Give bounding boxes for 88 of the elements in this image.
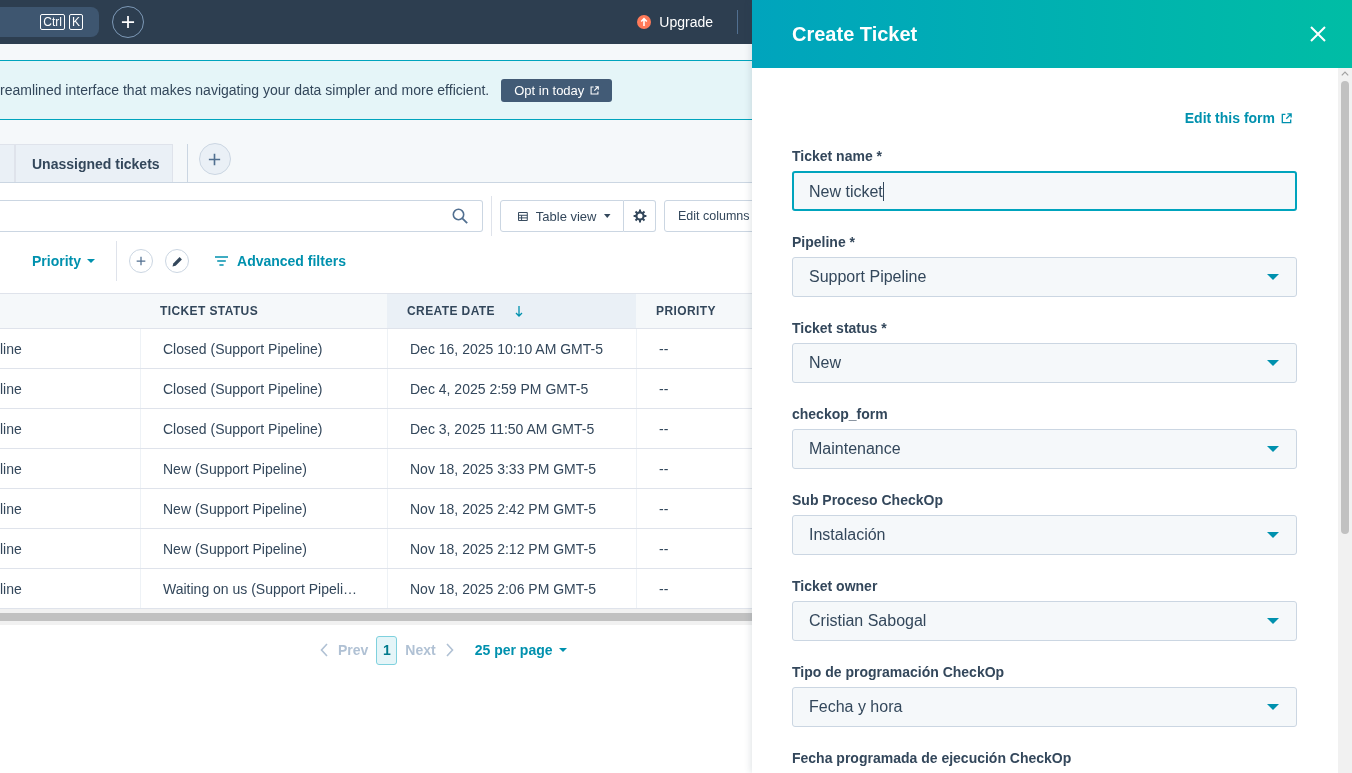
field-label: checkop_form (792, 405, 889, 423)
global-search-field[interactable]: Ctrl K (0, 7, 99, 37)
caret-icon (1267, 532, 1279, 538)
caret-icon (1267, 618, 1279, 624)
table-cell: Nov 18, 2025 2:06 PM GMT-5 (387, 569, 636, 608)
plus-icon (121, 15, 135, 29)
shortcut-key: Ctrl (40, 14, 65, 30)
search-icon (452, 208, 468, 224)
select-field[interactable]: Support Pipeline (792, 257, 1297, 297)
sort-arrow-icon (514, 305, 523, 317)
scrollbar-track[interactable] (1338, 68, 1352, 773)
field-label: Pipeline * (792, 233, 857, 251)
caret-icon (1267, 274, 1279, 280)
table-cell: Dec 4, 2025 2:59 PM GMT-5 (387, 369, 636, 408)
caret-icon (1267, 704, 1279, 710)
scrollbar-thumb[interactable] (0, 613, 752, 621)
external-link-icon (590, 85, 600, 95)
table-cell: Nov 18, 2025 2:42 PM GMT-5 (387, 489, 636, 528)
table-cell: New (Support Pipeline) (140, 489, 387, 528)
search-field[interactable] (0, 200, 483, 232)
settings-button[interactable] (624, 200, 656, 232)
field-label: Ticket owner (792, 577, 879, 595)
view-tab[interactable] (0, 144, 15, 182)
table-cell-text: line (0, 379, 23, 399)
edit-filters-button[interactable] (165, 249, 189, 273)
gear-icon (632, 209, 647, 223)
field-label: Fecha programada de ejecución CheckOp (792, 749, 1073, 767)
table-cell: Dec 3, 2025 11:50 AM GMT-5 (387, 409, 636, 448)
table-cell: Closed (Support Pipeline) (140, 329, 387, 368)
caret-icon (604, 214, 611, 218)
banner-text: reamlined interface that makes navigating your data simpler and more efficient. (0, 82, 490, 98)
text-field[interactable]: New ticket (792, 171, 1297, 211)
table-cell: Closed (Support Pipeline) (140, 369, 387, 408)
select-field[interactable]: Instalación (792, 515, 1297, 555)
table-view-dropdown[interactable]: Table view (500, 200, 624, 232)
page-number-button[interactable]: 1 (376, 635, 398, 665)
priority-filter[interactable]: Priority (32, 253, 95, 269)
opt-in-button[interactable]: Opt in today (501, 78, 613, 102)
field-label: Sub Proceso CheckOp (792, 491, 944, 509)
select-field[interactable]: Fecha y hora (792, 687, 1297, 727)
pencil-icon (171, 255, 183, 267)
per-page-dropdown[interactable]: 25 per page (474, 642, 567, 658)
select-field[interactable]: Cristian Sabogal (792, 601, 1297, 641)
caret-icon (558, 648, 567, 652)
upgrade-button[interactable]: Upgrade (637, 14, 713, 30)
table-cell: New (Support Pipeline) (140, 529, 387, 568)
chevron-left-icon (320, 643, 328, 657)
add-view-button[interactable] (198, 143, 231, 175)
view-tab[interactable]: Unassigned tickets (15, 144, 173, 182)
shortcut-key: K (69, 14, 83, 30)
advanced-filters-button[interactable]: Advanced filters (215, 253, 346, 269)
chevron-right-icon (445, 643, 454, 657)
caret-icon (1267, 446, 1279, 452)
table-cell-text: line (0, 579, 23, 599)
table-icon (518, 210, 528, 222)
external-link-icon (1281, 112, 1292, 124)
scrollbar-thumb[interactable] (1341, 81, 1349, 534)
table-cell: New (Support Pipeline) (140, 449, 387, 488)
select-field[interactable]: Maintenance (792, 429, 1297, 469)
plus-icon (136, 256, 146, 266)
table-cell-text: line (0, 459, 23, 479)
field-label: Ticket status * (792, 319, 888, 337)
table-cell: Nov 18, 2025 3:33 PM GMT-5 (387, 449, 636, 488)
caret-icon (87, 259, 95, 263)
table-cell-text: line (0, 419, 23, 439)
table-cell: Waiting on us (Support Pipeli… (140, 569, 387, 608)
arrow-up-circle-icon (637, 15, 652, 29)
table-cell-text: line (0, 539, 23, 559)
column-header[interactable]: TICKET STATUS (140, 294, 387, 328)
field-label: Tipo de programación CheckOp (792, 663, 1006, 681)
table-cell: Nov 18, 2025 2:12 PM GMT-5 (387, 529, 636, 568)
add-filter-button[interactable] (129, 249, 153, 273)
table-cell-text: line (0, 339, 23, 359)
chevron-up-icon (1341, 71, 1349, 76)
caret-icon (1267, 360, 1279, 366)
table-cell: Closed (Support Pipeline) (140, 409, 387, 448)
column-header[interactable]: CREATE DATE (387, 294, 636, 328)
select-field[interactable]: New (792, 343, 1297, 383)
close-icon (1310, 26, 1326, 42)
field-label: Ticket name * (792, 147, 883, 165)
edit-form-link[interactable]: Edit this form (1184, 110, 1292, 126)
plus-icon (208, 152, 222, 166)
table-cell-text: line (0, 499, 23, 519)
column-header[interactable]: PRIORITY (636, 294, 752, 328)
table-cell: Dec 16, 2025 10:10 AM GMT-5 (387, 329, 636, 368)
edit-columns-button[interactable]: Edit columns (664, 200, 752, 232)
filter-icon (215, 256, 228, 266)
panel-title: Create Ticket (792, 22, 918, 46)
